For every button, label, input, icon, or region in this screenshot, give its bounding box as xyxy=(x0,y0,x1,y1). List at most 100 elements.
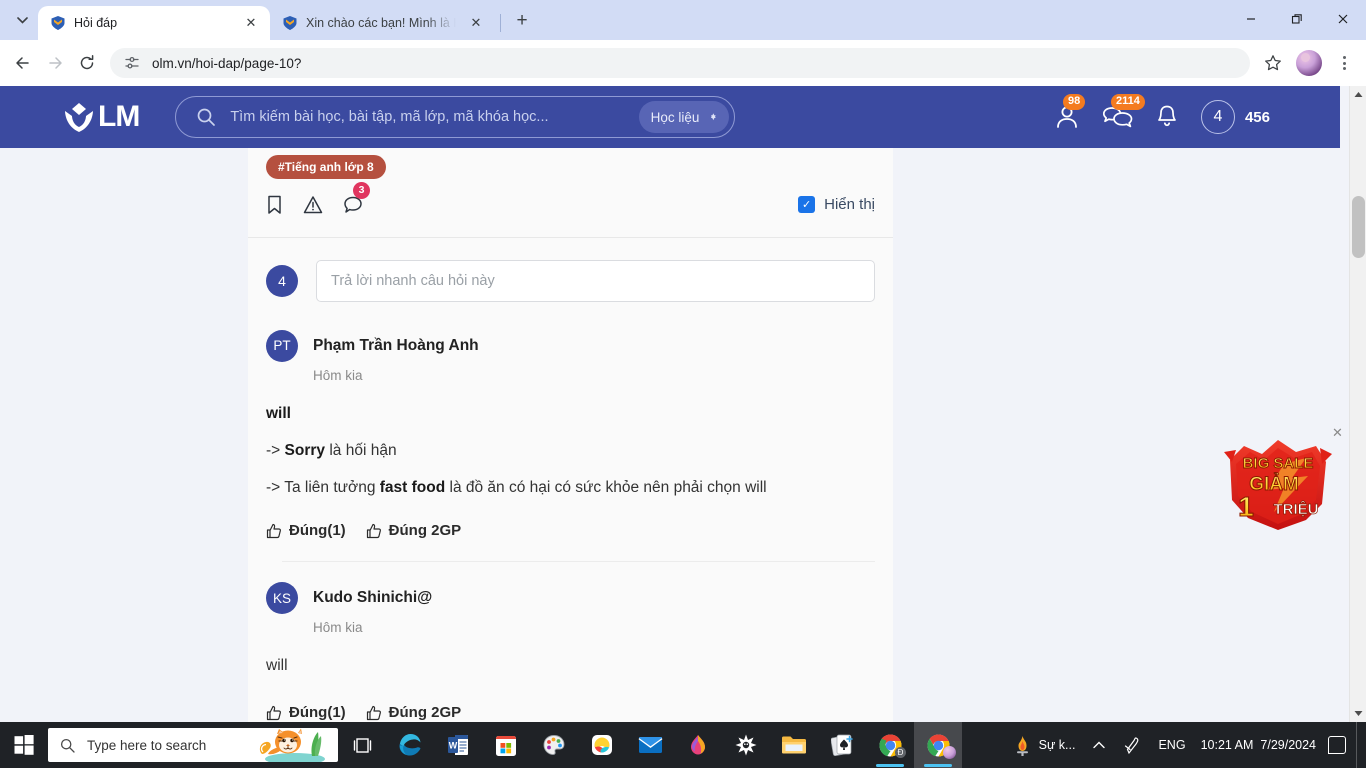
avatar: KS xyxy=(266,582,298,615)
scroll-up-button[interactable] xyxy=(1350,86,1366,103)
tray-pen-button[interactable] xyxy=(1114,722,1149,768)
taskbar-file-explorer-icon[interactable] xyxy=(770,722,818,768)
tray-language-button[interactable]: ENG xyxy=(1149,722,1194,768)
taskbar-search-placeholder: Type here to search xyxy=(87,737,207,753)
tray-date: 7/29/2024 xyxy=(1260,737,1316,752)
menu-dot xyxy=(1342,67,1346,70)
comment-button[interactable]: 3 xyxy=(343,181,370,215)
bookmark-button[interactable] xyxy=(266,195,283,215)
flame-icon xyxy=(1016,735,1028,756)
tab-close-icon[interactable]: ✕ xyxy=(242,14,260,32)
bookmark-star-button[interactable] xyxy=(1258,48,1288,78)
new-tab-button[interactable]: + xyxy=(508,7,536,35)
olm-logo[interactable]: LM xyxy=(62,100,140,134)
messages-button[interactable]: 2114 xyxy=(1102,94,1145,131)
show-desktop-button[interactable] xyxy=(1356,722,1366,768)
site-header: LM Tìm kiếm bài học, bài tập, mã lớp, mã… xyxy=(0,86,1340,148)
friends-badge: 98 xyxy=(1062,94,1086,110)
taskbar-app-star-icon[interactable] xyxy=(722,722,770,768)
search-input[interactable]: Tìm kiếm bài học, bài tập, mã lớp, mã kh… xyxy=(230,109,624,125)
taskbar-store-icon[interactable] xyxy=(482,722,530,768)
answer-item: PT Phạm Trần Hoàng Anh Hôm kia will -> S… xyxy=(248,324,893,563)
taskbar-firefox-icon[interactable] xyxy=(674,722,722,768)
vote-gp-button[interactable]: Đúng 2GP xyxy=(366,522,461,539)
user-profile-chip[interactable]: 4 456 xyxy=(1200,100,1270,134)
restore-icon xyxy=(1291,14,1302,24)
messages-badge: 2114 xyxy=(1110,94,1145,110)
taskbar-solitaire-icon[interactable] xyxy=(818,722,866,768)
windows-logo-icon xyxy=(14,735,34,755)
task-view-button[interactable] xyxy=(338,722,386,768)
question-action-row: 3 ✓ Hiển thị xyxy=(248,179,893,215)
quick-reply-input[interactable]: Trả lời nhanh câu hỏi này xyxy=(316,259,875,302)
answer-timestamp: Hôm kia xyxy=(313,367,363,383)
report-button[interactable] xyxy=(303,195,323,215)
tab-hoi-dap[interactable]: Hỏi đáp ✕ xyxy=(38,6,270,40)
back-button[interactable] xyxy=(8,48,38,78)
taskbar-photos-icon[interactable] xyxy=(578,722,626,768)
line-text: là hối hận xyxy=(325,441,397,459)
page-content: A: I eat loads of fast food - I love it.… xyxy=(0,86,1343,722)
notifications-button[interactable] xyxy=(1155,104,1179,130)
chrome-profile-avatar xyxy=(943,746,956,759)
friends-button[interactable]: 98 xyxy=(1053,94,1086,131)
maximize-button[interactable] xyxy=(1274,0,1320,38)
chevron-down-icon xyxy=(16,16,28,24)
system-tray: Sự k... ENG 10:21 AM 7/29/2024 xyxy=(1004,722,1366,768)
page-scrollbar[interactable] xyxy=(1349,86,1366,722)
olm-logo-mark-icon xyxy=(62,102,96,132)
window-controls xyxy=(1228,0,1366,38)
thumbs-up-icon xyxy=(266,523,281,538)
forward-button[interactable] xyxy=(40,48,70,78)
start-button[interactable] xyxy=(0,722,48,768)
search-category-select[interactable]: Học liệu ▲ ▼ xyxy=(638,101,730,133)
tab-close-icon[interactable]: ✕ xyxy=(467,14,485,32)
paint-palette-icon xyxy=(543,735,565,755)
taskbar-chrome-icon[interactable]: Ð xyxy=(866,722,914,768)
search-icon xyxy=(197,108,216,126)
taskbar-search-box[interactable]: Type here to search xyxy=(48,728,338,762)
answer-body: will xyxy=(266,635,875,684)
taskbar-paint-icon[interactable] xyxy=(530,722,578,768)
address-bar[interactable]: olm.vn/hoi-dap/page-10? xyxy=(110,48,1250,78)
scroll-down-button[interactable] xyxy=(1350,705,1366,722)
windows-taskbar: Type here to search W Ð Sự k... ENG 10:2… xyxy=(0,722,1366,768)
vote-gp-button[interactable]: Đúng 2GP xyxy=(366,704,461,721)
tray-clock[interactable]: 10:21 AM 7/29/2024 xyxy=(1195,722,1328,768)
tab-search-chevron-icon[interactable] xyxy=(8,6,36,34)
ad-banner[interactable]: ✕ BIG SALE GIẢM 1 TRIỆU xyxy=(1222,426,1343,539)
site-settings-icon[interactable] xyxy=(124,55,140,71)
tray-overflow-button[interactable] xyxy=(1084,722,1114,768)
svg-text:GIẢM: GIẢM xyxy=(1249,473,1299,495)
answer-author[interactable]: Kudo Shinichi@ xyxy=(313,589,432,607)
reload-button[interactable] xyxy=(72,48,102,78)
browser-menu-button[interactable] xyxy=(1330,49,1358,77)
answer-line: -> Ta liên tưởng fast food là đồ ăn có h… xyxy=(266,469,875,506)
action-center-button[interactable] xyxy=(1328,736,1346,754)
answer-body: will -> Sorry là hối hận -> Ta liên tưởn… xyxy=(266,383,875,506)
profile-avatar[interactable] xyxy=(1296,50,1322,76)
current-user-avatar: 4 xyxy=(266,264,298,297)
subject-tag[interactable]: #Tiếng anh lớp 8 xyxy=(266,154,386,179)
site-search-bar[interactable]: Tìm kiếm bài học, bài tập, mã lớp, mã kh… xyxy=(175,96,736,138)
arrow-left-icon xyxy=(16,57,29,69)
show-checkbox[interactable]: ✓ xyxy=(798,196,816,214)
answer-author[interactable]: Phạm Trần Hoàng Anh xyxy=(313,337,479,355)
tray-weather-widget[interactable]: Sự k... xyxy=(1004,722,1085,768)
taskbar-mail-icon[interactable] xyxy=(626,722,674,768)
tray-time: 10:21 AM xyxy=(1200,737,1254,752)
svg-text:1: 1 xyxy=(1238,491,1254,522)
taskbar-chrome-active-icon[interactable] xyxy=(914,722,962,768)
close-window-button[interactable] xyxy=(1320,0,1366,38)
taskbar-word-icon[interactable]: W xyxy=(434,722,482,768)
minimize-button[interactable] xyxy=(1228,0,1274,38)
show-toggle[interactable]: ✓ Hiển thị xyxy=(798,196,875,214)
caret-up-icon xyxy=(1354,92,1363,97)
taskbar-edge-icon[interactable] xyxy=(386,722,434,768)
vote-correct-button[interactable]: Đúng(1) xyxy=(266,522,346,539)
tab-xin-chao[interactable]: Xin chào các bạn! Mình là Hà A ✕ xyxy=(270,6,495,40)
scrollbar-thumb[interactable] xyxy=(1352,196,1365,258)
avatar: PT xyxy=(266,329,298,362)
vote-correct-button[interactable]: Đúng(1) xyxy=(266,704,346,721)
ad-close-icon[interactable]: ✕ xyxy=(1332,426,1346,440)
